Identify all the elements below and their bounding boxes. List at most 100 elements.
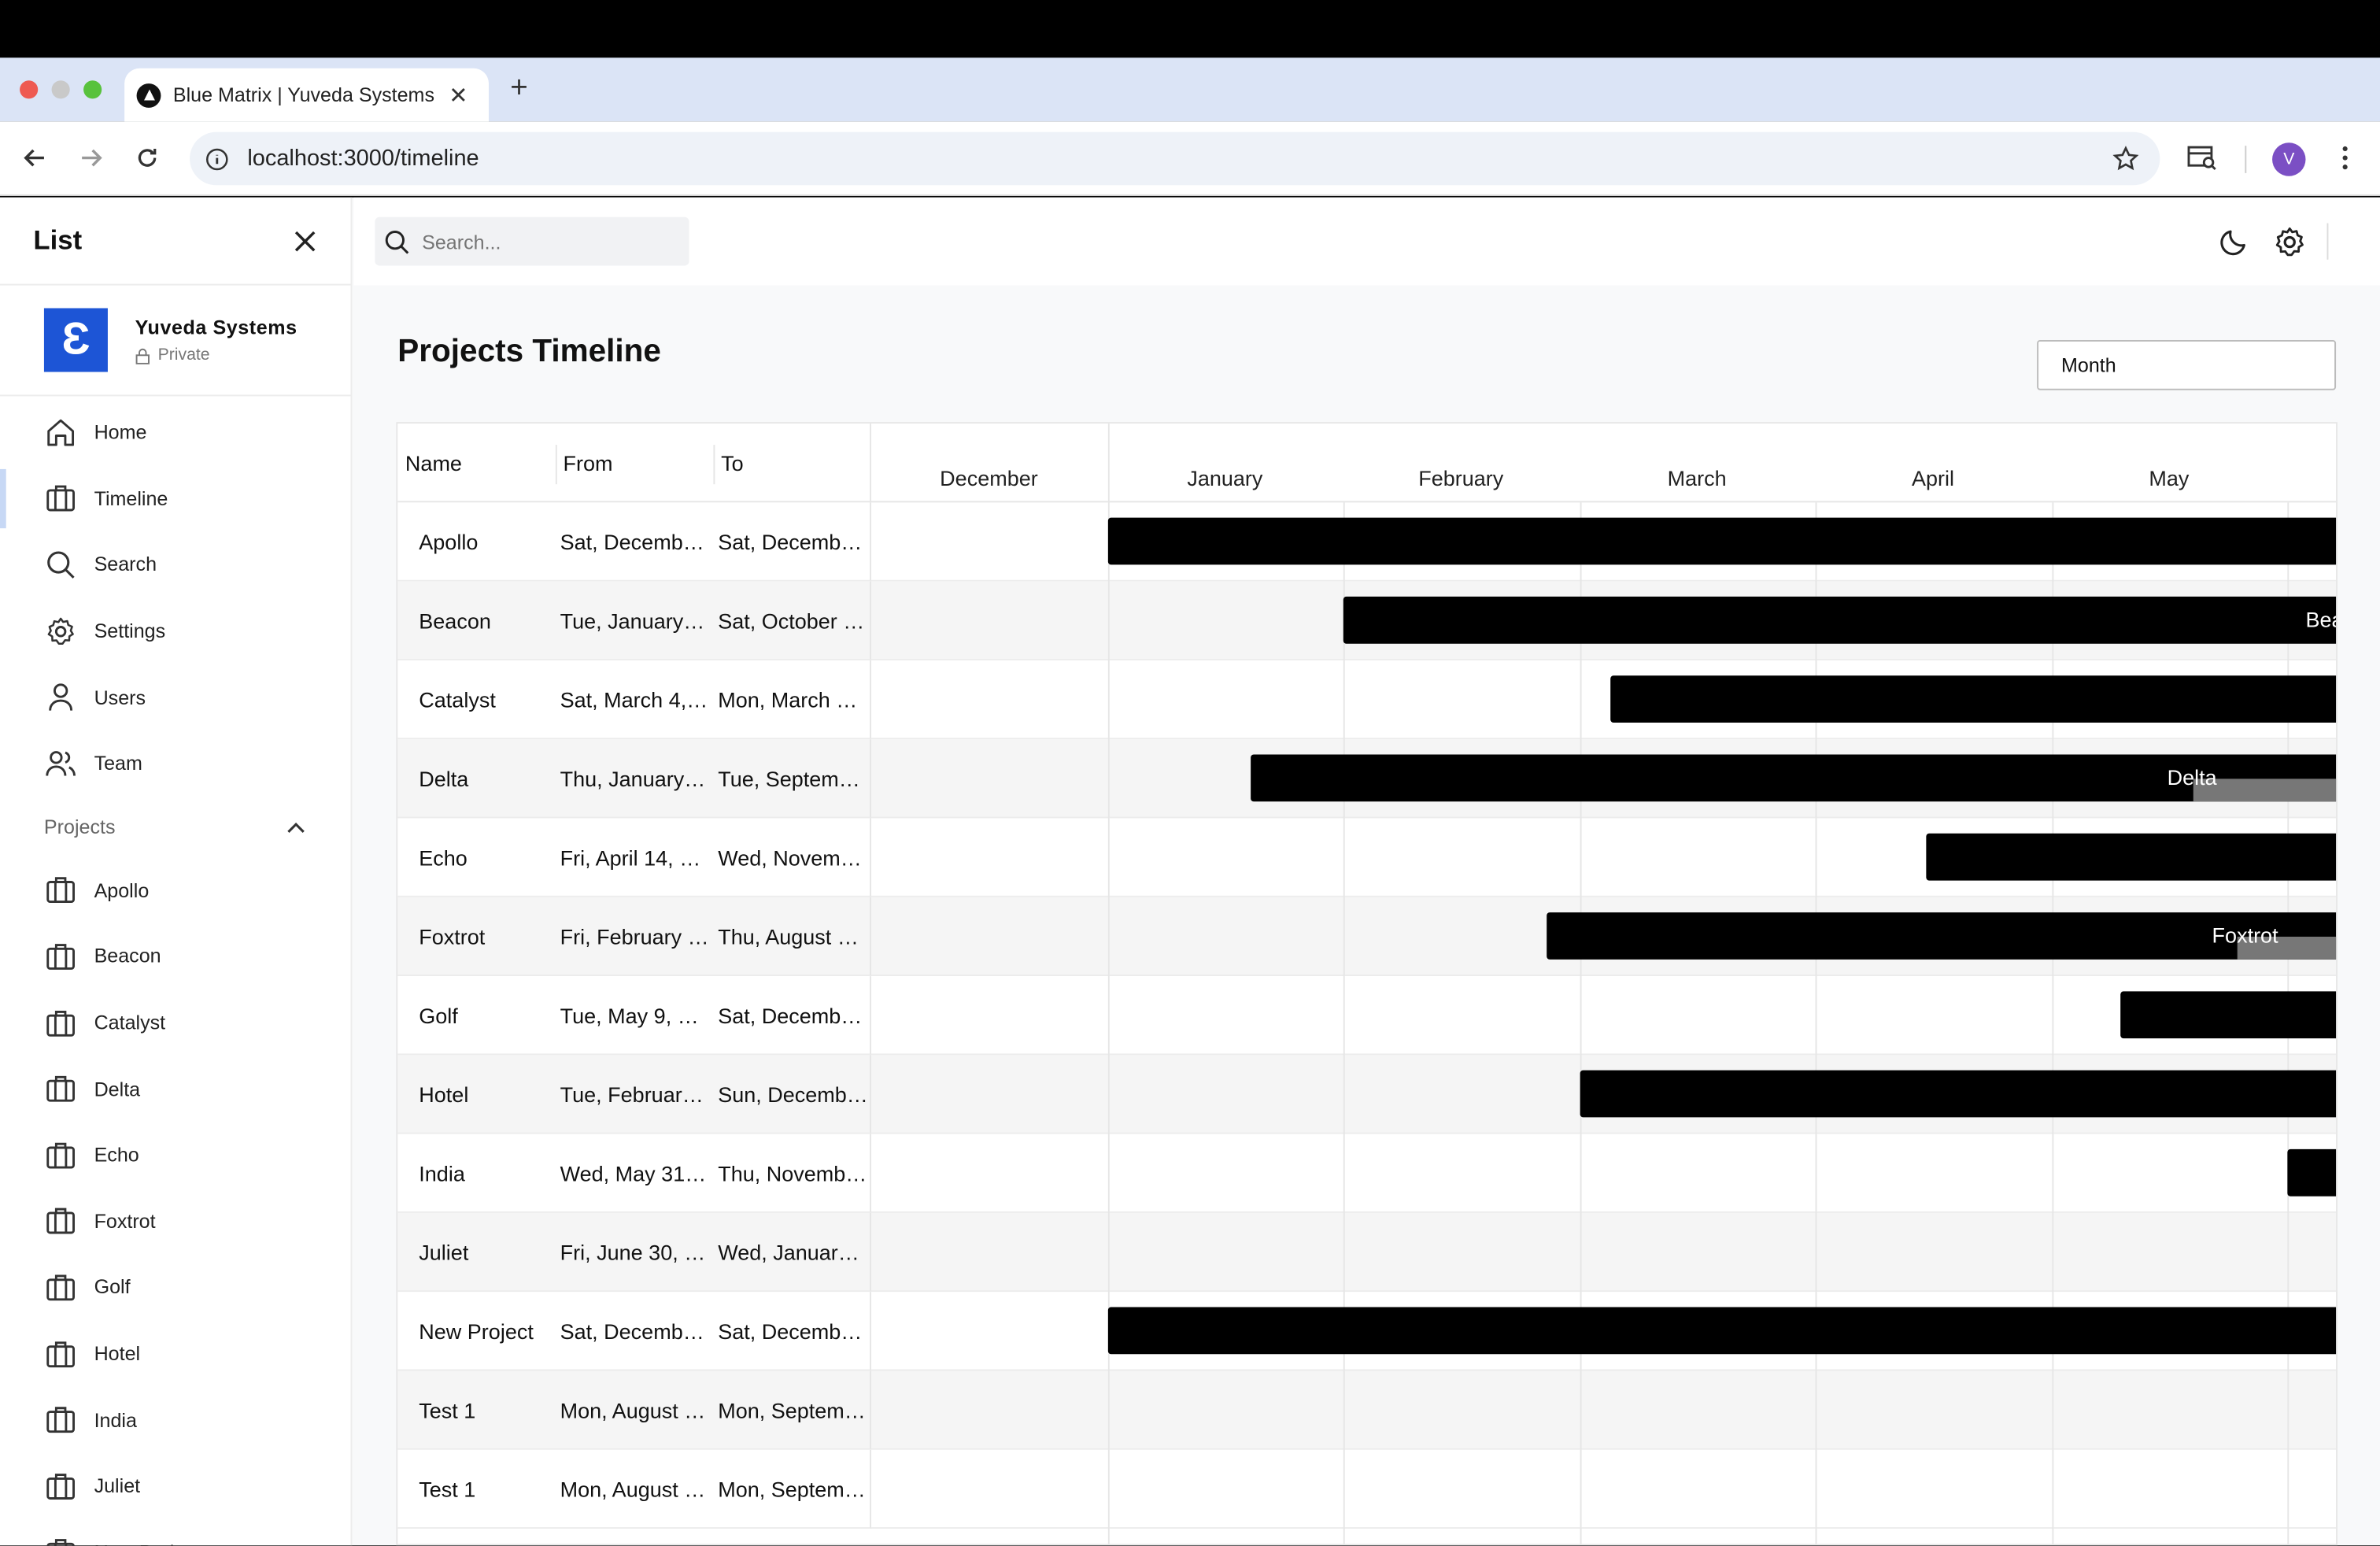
row-to-date: Wed, January 31, 2024 [718,1240,868,1265]
maximize-window-button[interactable] [83,80,102,99]
sidebar-item-project[interactable]: Apollo [0,857,350,923]
gantt-bar[interactable] [1926,833,2337,881]
sidebar-item-search[interactable]: Search [0,531,350,597]
bookmark-star-icon[interactable] [2110,142,2141,173]
sidebar-item-users[interactable]: Users [0,664,350,730]
tab-close-icon[interactable]: ✕ [446,81,471,109]
forward-button[interactable] [76,142,106,173]
settings-button[interactable] [2272,224,2305,257]
top-black-bar [0,0,2380,58]
table-row[interactable]: Hotel Tue, February 28, 2023 Sun, December… [397,1055,871,1134]
table-row[interactable]: India Wed, May 31, 2023 Thu, November 30, … [397,1134,871,1213]
gantt-bar[interactable]: Beacon [1343,596,2337,644]
close-sidebar-icon[interactable] [293,228,317,253]
table-row[interactable]: Foxtrot Fri, February 24, 2023 Thu, August… [397,897,871,977]
bar-label: Foxtrot [2212,923,2278,948]
column-header-from[interactable]: From [563,451,612,475]
sidebar-item-project[interactable]: Juliet [0,1452,350,1518]
sidebar-item-project[interactable]: Golf [0,1254,350,1320]
minimize-window-button[interactable] [51,80,70,99]
new-tab-button[interactable]: + [504,67,534,109]
gear-icon [2275,227,2303,256]
reload-button[interactable] [132,142,163,173]
sidebar-item-project[interactable]: New Project [0,1519,350,1546]
search-input[interactable] [422,230,680,253]
column-separator [555,445,557,485]
gantt-row [870,1134,2337,1213]
sidebar-item-project[interactable]: Catalyst [0,989,350,1056]
gantt-bar[interactable] [1107,1307,2337,1355]
row-from-date: Tue, February 28, 2023 [560,1082,711,1107]
row-to-date: Mon, September 4, 2023 [718,1398,869,1423]
briefcase-icon [44,1469,77,1502]
gantt-bar[interactable] [2287,1148,2337,1196]
table-row[interactable]: Test 1 Mon, August 14, 2023 Mon, September… [397,1449,871,1529]
arrow-left-icon [24,149,44,167]
search-box[interactable] [375,216,689,266]
org-switcher[interactable]: Ɛ Yuveda Systems Private [0,286,351,397]
gantt-bar[interactable]: Delta [1251,754,2337,802]
month-gridline [1107,423,1109,1544]
month-header: December [940,466,1038,490]
org-name: Yuveda Systems [135,316,298,339]
moon-icon [2220,230,2245,256]
row-from-date: Thu, January 19, 2023 [560,766,711,791]
tab-search-icon[interactable] [2187,142,2218,173]
address-bar[interactable]: localhost:3000/timeline [190,131,2160,186]
gantt-bar[interactable] [2119,991,2337,1039]
month-gridline [1343,502,1345,1544]
table-row[interactable]: Test 1 Mon, August 14, 2023 Mon, September… [397,1370,871,1450]
dark-mode-toggle[interactable] [2218,224,2251,257]
table-row[interactable]: New Project Sat, December 31, 2022 Sat, De… [397,1292,871,1371]
back-button[interactable] [20,142,50,173]
row-name: Test 1 [419,1398,476,1423]
gantt-bar[interactable] [1579,1070,2337,1118]
table-row[interactable]: Echo Fri, April 14, 2023 Wed, November 15,… [397,818,871,897]
projects-section-header[interactable]: Projects [0,797,350,857]
table-row[interactable]: Delta Thu, January 19, 2023 Tue, September… [397,739,871,819]
gantt-bar[interactable] [1107,517,2337,565]
browser-menu-icon[interactable] [2330,142,2360,173]
sidebar-title: List [33,224,83,255]
row-name: Test 1 [419,1477,476,1502]
row-to-date: Thu, August 31, 2023 [718,924,868,949]
row-from-date: Sat, December 31, 2022 [560,530,711,554]
table-row[interactable]: Beacon Tue, January 31, 2023 Sat, October … [397,581,871,660]
gantt-bar[interactable]: Foxtrot [1546,912,2337,960]
sidebar-item-project[interactable]: Hotel [0,1320,350,1386]
chevron-up-icon[interactable] [286,821,305,833]
briefcase-icon [44,874,77,907]
header-divider [870,501,2337,503]
view-mode-select[interactable]: Month [2037,339,2337,390]
table-row[interactable]: Golf Tue, May 9, 2023 Sat, December 30, 20… [397,976,871,1056]
sidebar-item-home[interactable]: Home [0,399,350,465]
browser-tabstrip: Blue Matrix | Yuveda Systems ✕ [0,57,2380,122]
month-gridline [1579,502,1581,1544]
table-row[interactable]: Juliet Fri, June 30, 2023 Wed, January 31,… [397,1212,871,1293]
column-header-name[interactable]: Name [405,451,462,475]
month-header: April [1912,466,1955,490]
project-label: New Project [94,1540,201,1545]
sidebar-item-project[interactable]: Beacon [0,923,350,989]
briefcase-icon [44,1337,77,1370]
gantt-chart: December January February March April May Beac… [870,423,2337,1544]
sidebar-item-project[interactable]: India [0,1386,350,1452]
month-gridline [1815,502,1817,1544]
row-to-date: Thu, November 30, 2023 [718,1161,868,1186]
table-row[interactable]: Catalyst Sat, March 4, 2023 Mon, March 4, … [397,660,871,740]
gantt-row [870,1212,2337,1293]
sidebar-item-project[interactable]: Delta [0,1056,350,1122]
column-header-to[interactable]: To [721,451,744,475]
row-to-date: Sat, October 28, 2023 [718,608,868,634]
sidebar-item-timeline[interactable]: Timeline [0,465,350,531]
sidebar-item-settings[interactable]: Settings [0,597,350,664]
table-row[interactable]: Apollo Sat, December 31, 2022 Sat, Decembe… [397,502,871,582]
sidebar-item-project[interactable]: Foxtrot [0,1188,350,1254]
sidebar-item-project[interactable]: Echo [0,1122,350,1188]
browser-tab[interactable]: Blue Matrix | Yuveda Systems ✕ [124,68,489,122]
gantt-bar[interactable] [1609,675,2337,723]
close-window-button[interactable] [20,80,39,99]
row-name: Juliet [419,1240,469,1265]
sidebar-item-team[interactable]: Team [0,730,350,797]
profile-avatar[interactable]: V [2272,142,2306,176]
